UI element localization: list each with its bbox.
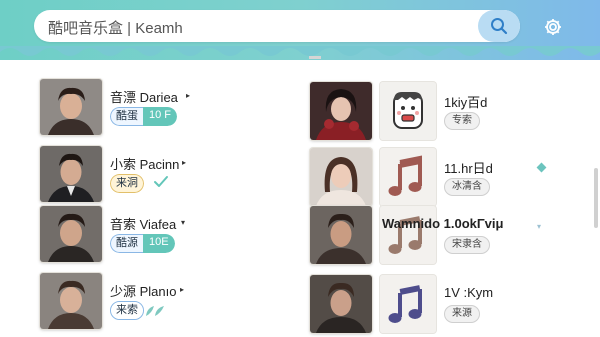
song-item[interactable]: 11.hr日d 冰清含 (310, 148, 525, 206)
chevron-down-icon[interactable]: ▾ (537, 222, 541, 231)
scrollbar[interactable] (594, 168, 598, 228)
search-button[interactable] (478, 10, 520, 42)
badge-label: 酷蛋 (110, 107, 143, 126)
search-input[interactable]: 酷吧音乐盒 | Keamh (48, 17, 183, 38)
song-item[interactable]: 1kiy百d 专索 (310, 82, 525, 140)
song-item[interactable]: Wamnido 1.0okΓviμ 宋隶含 (310, 206, 525, 264)
avatar (40, 206, 102, 262)
avatar (40, 79, 102, 135)
song-tag: 冰清含 (444, 178, 490, 196)
artist-item[interactable]: 音漂 Dariea ▸ 酷蛋 10 F (40, 79, 270, 135)
header-wave (0, 46, 600, 56)
badge-label: 来索 (111, 302, 143, 319)
artist-name[interactable]: 音漂 Dariea (110, 87, 178, 106)
song-title[interactable]: 1kiy百d (444, 92, 487, 111)
badge-label: 来洞 (110, 174, 144, 193)
search-bar[interactable]: 酷吧音乐盒 | Keamh (34, 10, 520, 42)
artist-item[interactable]: 小索 Pacinn ▸ 来洞 (40, 146, 270, 202)
chevron-right-icon[interactable]: ▸ (180, 285, 184, 294)
badge-label: 酷源 (110, 234, 143, 253)
artist-item[interactable]: 少源 Planıo ▸ 来索 (40, 273, 270, 329)
chevron-right-icon[interactable]: ▸ (182, 158, 186, 167)
status-badge: 来索 (110, 301, 144, 320)
avatar (310, 275, 372, 333)
avatar (310, 82, 372, 140)
badge-count: 10 F (143, 107, 178, 126)
song-tag: 宋隶含 (444, 236, 490, 254)
artist-item[interactable]: 音索 Viafea ▾ 酷源 10E (40, 206, 270, 262)
badge-count: 10E (143, 234, 175, 253)
song-title[interactable]: 11.hr日d (444, 158, 493, 177)
music-note-icon (380, 275, 436, 333)
song-tag: 来源 (444, 305, 480, 323)
chevron-right-icon[interactable]: ▸ (186, 91, 190, 100)
song-title[interactable]: Wamnido 1.0okΓviμ (382, 216, 503, 231)
status-badge: 酷源 10E (110, 234, 175, 253)
status-badge: 酷蛋 10 F (110, 107, 178, 126)
leaf-icon (146, 306, 164, 316)
search-icon (491, 18, 508, 35)
indicator-diamond-icon (536, 162, 547, 173)
music-note-icon (380, 148, 436, 206)
avatar (310, 206, 372, 264)
song-title[interactable]: 1V :Kym (444, 285, 493, 300)
cartoon-face-icon (380, 82, 436, 140)
song-item[interactable]: 1V :Kym 来源 (310, 275, 525, 333)
status-badge: 来洞 (110, 174, 144, 193)
check-icon (154, 176, 168, 187)
artist-name[interactable]: 小索 Pacinn (110, 154, 179, 173)
artist-name[interactable]: 音索 Viafea (110, 214, 176, 233)
avatar (40, 146, 102, 202)
artist-name[interactable]: 少源 Planıo (110, 281, 176, 300)
chevron-down-icon[interactable]: ▾ (181, 218, 185, 227)
music-note-icon (380, 206, 436, 264)
gear-icon[interactable] (543, 17, 563, 37)
song-tag: 专索 (444, 112, 480, 130)
divider-mark (309, 56, 321, 59)
avatar (310, 148, 372, 206)
avatar (40, 273, 102, 329)
